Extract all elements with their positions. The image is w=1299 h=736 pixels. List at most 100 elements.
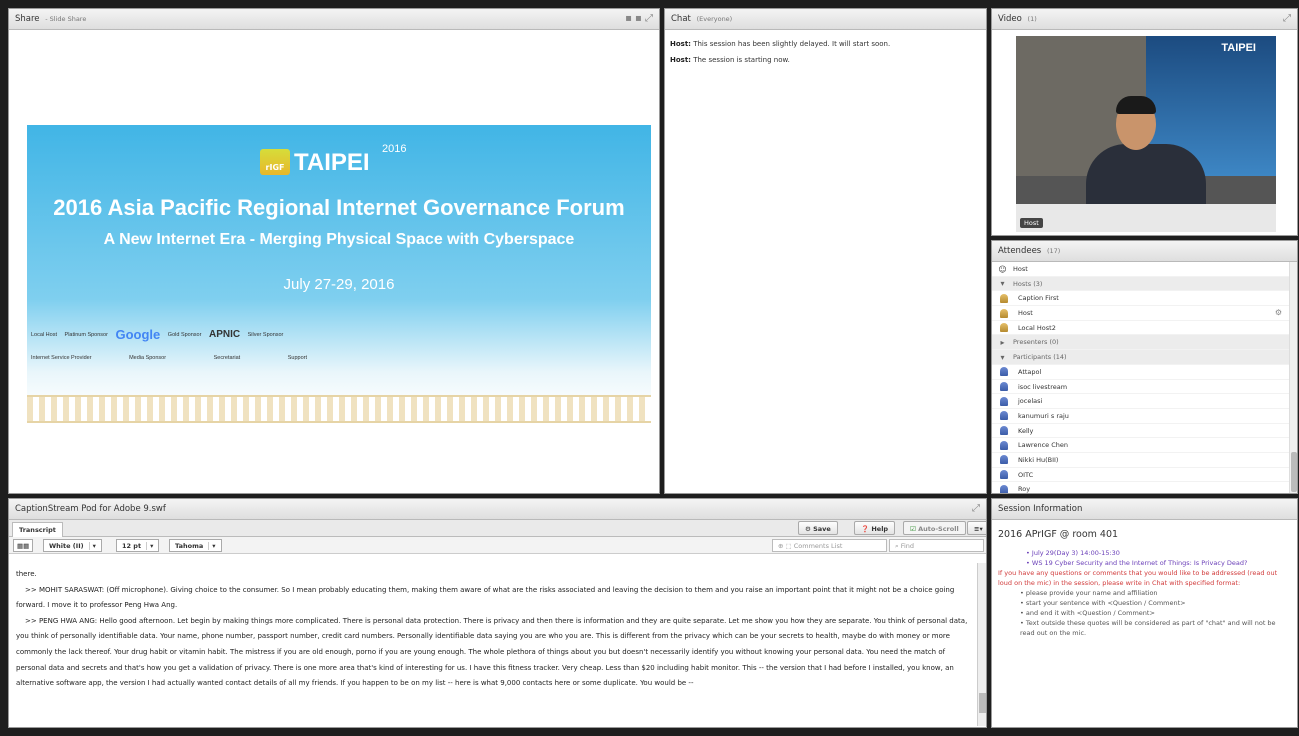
scrollbar-thumb[interactable] bbox=[979, 693, 986, 713]
menu-icon: ≡▾ bbox=[974, 525, 983, 533]
session-bullet: • Text outside these quotes will be cons… bbox=[1020, 619, 1276, 637]
group-label: Participants (14) bbox=[1013, 353, 1067, 362]
attendee-self[interactable]: ☺ Host bbox=[992, 262, 1290, 277]
attendees-pod: Attendees (17) ☺ Host ▾ Hosts (3) Caption … bbox=[991, 240, 1298, 494]
session-pod-title: Session Information bbox=[998, 504, 1083, 514]
group-hosts[interactable]: ▾ Hosts (3) bbox=[992, 276, 1290, 292]
transcript-text: there. >> MOHIT SARASWAT: (Off microphon… bbox=[9, 563, 977, 725]
group-presenters[interactable]: ▸ Presenters (0) bbox=[992, 335, 1290, 351]
save-button[interactable]: ⚙ Save bbox=[798, 521, 838, 535]
speaker-hair bbox=[1116, 96, 1156, 114]
session-workshop: • WS 19 Cyber Security and the Internet … bbox=[1026, 559, 1248, 567]
expand-arrow-icon: ▸ bbox=[1000, 337, 1005, 347]
caption-pod: CaptionStream Pod for Adobe 9.swf ⤢ Tran… bbox=[8, 498, 987, 728]
share-pod-controls[interactable]: ▪ ▪ ⤢ bbox=[625, 13, 653, 24]
session-pod-header: Session Information bbox=[992, 499, 1297, 520]
chat-pod-header: Chat (Everyone) bbox=[665, 9, 986, 30]
session-bullet-text: start your sentence with <Question / Com… bbox=[1025, 599, 1186, 607]
attendee-row[interactable]: Attapol bbox=[992, 365, 1290, 380]
camera-icon: ⚙ bbox=[1274, 308, 1282, 318]
help-icon: ❓ bbox=[861, 525, 872, 533]
attendee-name: isoc livestream bbox=[1018, 382, 1068, 391]
color-select-value: White (II) bbox=[49, 542, 84, 550]
chevron-down-icon: ▾ bbox=[146, 542, 154, 550]
sponsor-label: Media Sponsor bbox=[129, 355, 167, 361]
chat-sender: Host: bbox=[670, 40, 691, 48]
attendee-row[interactable]: isoc livestream bbox=[992, 380, 1290, 395]
attendee-name: kanumuri s raju bbox=[1018, 411, 1069, 420]
attendee-name: Host bbox=[1013, 265, 1028, 273]
session-workshop-text: WS 19 Cyber Security and the Internet of… bbox=[1031, 559, 1248, 567]
sponsor-row-1: Local Host Platinum Sponsor Google Gold … bbox=[31, 327, 647, 342]
scrollbar-thumb[interactable] bbox=[1291, 452, 1297, 492]
attendee-row[interactable]: OITC bbox=[992, 468, 1290, 483]
attendee-row[interactable]: Caption First bbox=[992, 291, 1290, 307]
autoscroll-label: Auto-Scroll bbox=[918, 525, 959, 533]
participant-icon bbox=[1000, 455, 1008, 465]
chevron-down-icon: ▾ bbox=[88, 542, 96, 550]
transcript-paragraph: there. bbox=[16, 570, 37, 578]
attendees-count: (17) bbox=[1046, 247, 1061, 255]
video-pod-header: Video (1) ⤢ bbox=[992, 9, 1297, 30]
help-button[interactable]: ❓ Help bbox=[854, 521, 896, 535]
size-select[interactable]: 12 pt ▾ bbox=[116, 539, 160, 552]
host-icon bbox=[1000, 293, 1008, 303]
attendee-row[interactable]: Lawrence Chen bbox=[992, 438, 1290, 453]
attendee-row[interactable]: Kelly bbox=[992, 424, 1290, 439]
attendee-row[interactable]: Roy bbox=[992, 482, 1290, 493]
transcript-paragraph: >> MOHIT SARASWAT: (Off microphone). Giv… bbox=[16, 585, 955, 610]
participant-icon bbox=[1000, 426, 1008, 436]
chevron-down-icon: ▾ bbox=[208, 542, 216, 550]
attendee-row[interactable]: Local Host2 bbox=[992, 321, 1290, 336]
color-select[interactable]: White (II) ▾ bbox=[43, 539, 102, 552]
attendee-name: Lawrence Chen bbox=[1018, 441, 1068, 450]
find-input[interactable]: ⌕ Find bbox=[889, 539, 984, 552]
attendee-row[interactable]: kanumuri s raju bbox=[992, 409, 1290, 424]
participant-icon bbox=[1000, 411, 1008, 421]
participant-icon bbox=[1000, 440, 1008, 450]
slide-dates: July 27-29, 2016 bbox=[283, 276, 395, 293]
layout-icon: ▦▦ bbox=[17, 542, 30, 550]
attendee-row[interactable]: jocelasi bbox=[992, 394, 1290, 409]
attendee-row[interactable]: Host ⚙ bbox=[992, 306, 1290, 321]
participant-icon bbox=[1000, 396, 1008, 406]
chat-text: This session has been slightly delayed. … bbox=[693, 40, 891, 48]
attendee-name: jocelasi bbox=[1018, 397, 1043, 406]
autoscroll-checkbox[interactable]: ☑ Auto-Scroll bbox=[903, 521, 966, 535]
rigf-logo-mark: rIGF bbox=[260, 149, 290, 175]
sponsor-label: Gold Sponsor bbox=[167, 331, 202, 338]
attendee-name: Local Host2 bbox=[1018, 323, 1056, 332]
attendee-name: Attapol bbox=[1018, 367, 1042, 376]
session-schedule: • July 29(Day 3) 14:00-15:30 bbox=[1026, 549, 1120, 557]
video-feed[interactable]: TAIPEI Host bbox=[1016, 36, 1276, 232]
expand-icon[interactable]: ⤢ bbox=[972, 503, 980, 514]
user-icon: ☺ bbox=[998, 264, 1007, 274]
share-pod-subtitle: - Slide Share bbox=[45, 15, 87, 23]
group-participants[interactable]: ▾ Participants (14) bbox=[992, 350, 1290, 365]
attendee-scrollbar[interactable] bbox=[1289, 262, 1297, 493]
expand-icon[interactable]: ⤢ bbox=[1283, 13, 1291, 24]
comments-list-field[interactable]: ⊕ ⬚ Comments List bbox=[772, 539, 887, 552]
caption-format-bar: ▦▦ White (II) ▾ 12 pt ▾ Tahoma ▾ ⊕ ⬚ Commen… bbox=[9, 537, 986, 554]
menu-button[interactable]: ≡▾ bbox=[967, 521, 986, 535]
add-comment-icon: ⊕ ⬚ bbox=[778, 542, 794, 550]
attendee-name: Nikki Hu(BII) bbox=[1018, 455, 1059, 464]
font-select-value: Tahoma bbox=[175, 542, 204, 550]
caption-toolbar: Transcript ⚙ Save ❓ Help ☑ Auto-Scroll ≡… bbox=[9, 520, 986, 537]
attendee-name: Host bbox=[1018, 309, 1033, 318]
attendee-name: Kelly bbox=[1018, 426, 1034, 435]
chat-message: Host: The session is starting now. bbox=[670, 52, 981, 68]
sponsor-row-2: Internet Service Provider Media Sponsor … bbox=[31, 355, 647, 361]
tab-transcript[interactable]: Transcript bbox=[12, 522, 63, 537]
slide-heading: 2016 Asia Pacific Regional Internet Gove… bbox=[53, 195, 625, 220]
font-select[interactable]: Tahoma ▾ bbox=[169, 539, 222, 552]
group-label: Presenters (0) bbox=[1013, 338, 1059, 347]
attendees-pod-header: Attendees (17) bbox=[992, 241, 1297, 262]
transcript-scrollbar[interactable] bbox=[977, 563, 986, 726]
video-pod-count: (1) bbox=[1027, 15, 1037, 23]
save-button-label: Save bbox=[813, 525, 831, 533]
layout-toggle[interactable]: ▦▦ bbox=[13, 539, 34, 552]
attendee-list: ☺ Host ▾ Hosts (3) Caption First Host ⚙ Lo… bbox=[992, 262, 1290, 493]
attendee-row[interactable]: Nikki Hu(BII) bbox=[992, 453, 1290, 468]
sponsor-label: Secretariat bbox=[213, 355, 241, 361]
